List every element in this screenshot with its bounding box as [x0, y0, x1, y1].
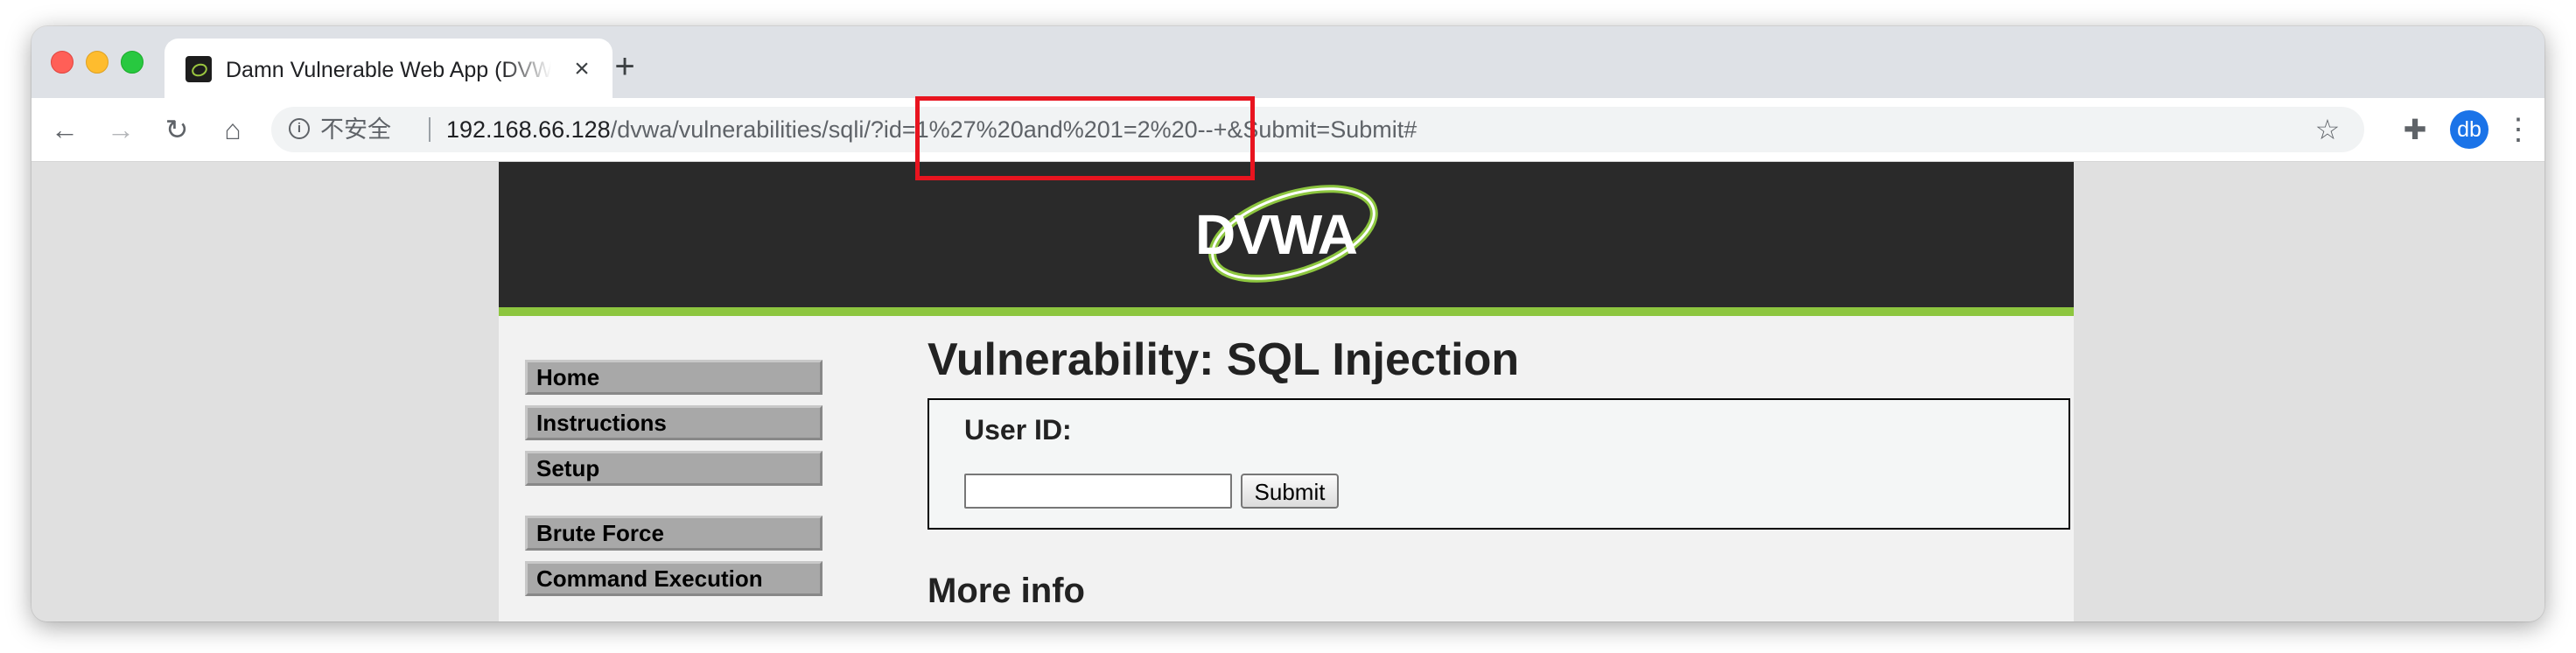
- tab-title: Damn Vulnerable Web App (DVWA): [226, 58, 551, 82]
- address-bar[interactable]: i 不安全 192.168.66.128/dvwa/vulnerabilitie…: [271, 107, 2364, 152]
- sidebar-item-home[interactable]: Home: [525, 360, 822, 395]
- dvwa-page: DVWA Home Instructions Setup Brute Force…: [499, 162, 2074, 621]
- sidebar-item-brute-force[interactable]: Brute Force: [525, 516, 822, 551]
- web-viewport: DVWA Home Instructions Setup Brute Force…: [32, 162, 2544, 621]
- maximize-window-button[interactable]: [121, 51, 144, 74]
- profile-avatar[interactable]: db: [2450, 110, 2488, 149]
- insecure-label[interactable]: 不安全: [320, 116, 391, 144]
- new-tab-button[interactable]: +: [606, 47, 644, 86]
- sidebar-menu: Home Instructions Setup Brute Force Comm…: [525, 360, 822, 621]
- reload-icon[interactable]: ↻: [156, 109, 198, 151]
- dvwa-header: DVWA: [499, 162, 2074, 316]
- home-icon[interactable]: ⌂: [212, 109, 254, 151]
- tab-strip: Damn Vulnerable Web App (DVWA) × +: [32, 26, 2544, 98]
- sidebar-item-setup[interactable]: Setup: [525, 451, 822, 486]
- back-arrow-icon[interactable]: ←: [44, 109, 86, 151]
- browser-window: Damn Vulnerable Web App (DVWA) × + ← → ↻…: [32, 26, 2544, 621]
- close-window-button[interactable]: [51, 51, 74, 74]
- bookmark-star-icon[interactable]: ☆: [2310, 112, 2345, 147]
- url-highlight-box: [915, 96, 1255, 180]
- submit-button[interactable]: Submit: [1241, 474, 1339, 509]
- sqli-form-box: User ID: Submit: [928, 398, 2070, 530]
- page-title: Vulnerability: SQL Injection: [928, 334, 1520, 385]
- dvwa-logo-text: DVWA: [1195, 203, 1358, 266]
- tab-dvwa[interactable]: Damn Vulnerable Web App (DVWA) ×: [164, 39, 612, 98]
- more-info-heading: More info: [928, 572, 1085, 610]
- main-content: Vulnerability: SQL Injection User ID: Su…: [928, 334, 2070, 610]
- dvwa-logo: DVWA: [1190, 179, 1391, 284]
- user-id-input[interactable]: [964, 474, 1232, 509]
- dvwa-favicon-icon: [186, 56, 212, 82]
- user-id-label: User ID:: [964, 414, 1072, 446]
- site-info-icon[interactable]: i: [289, 118, 310, 139]
- url-host: 192.168.66.128: [446, 116, 611, 143]
- menu-group-vulns: Brute Force Command Execution: [525, 516, 822, 596]
- extensions-puzzle-icon[interactable]: ✚: [2394, 109, 2436, 151]
- menu-group-main: Home Instructions Setup: [525, 360, 822, 486]
- sidebar-item-command-execution[interactable]: Command Execution: [525, 561, 822, 596]
- tab-close-icon[interactable]: ×: [567, 54, 597, 84]
- more-menu-icon[interactable]: ⋮: [2501, 109, 2536, 151]
- minimize-window-button[interactable]: [86, 51, 108, 74]
- forward-arrow-icon[interactable]: →: [100, 109, 142, 151]
- sidebar-item-instructions[interactable]: Instructions: [525, 405, 822, 440]
- browser-toolbar: ← → ↻ ⌂ i 不安全 192.168.66.128/dvwa/vulner…: [32, 98, 2544, 162]
- address-divider: [429, 117, 430, 142]
